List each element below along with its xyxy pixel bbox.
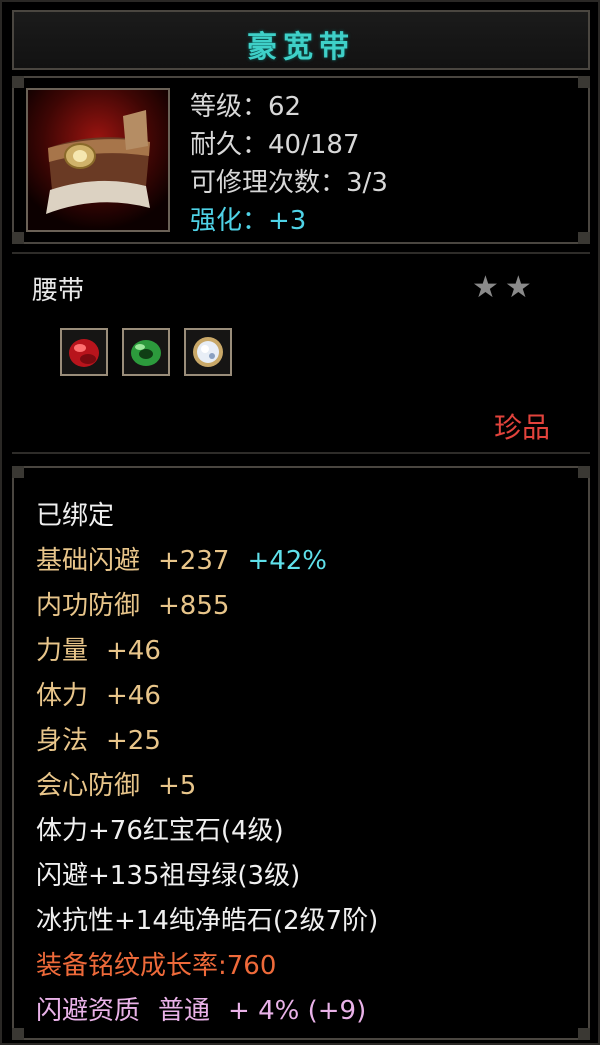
- corner-decoration: [12, 232, 24, 244]
- divider: [12, 452, 590, 454]
- attribute-row: 基础闪避 +237 +42%: [36, 539, 378, 584]
- attribute-row: 内功防御 +855: [36, 584, 378, 629]
- corner-decoration: [578, 232, 590, 244]
- attribute-list: 已绑定 基础闪避 +237 +42% 内功防御 +855 力量 +46 体力 +46 身法…: [36, 494, 378, 1034]
- attribute-value: +46: [106, 681, 161, 711]
- item-portrait-belt-icon: [26, 88, 170, 232]
- level-value: 62: [268, 92, 302, 122]
- enhance-value: +3: [268, 206, 307, 236]
- durability-row: 耐久：40/187: [190, 126, 388, 164]
- repair-row: 可修理次数：3/3: [190, 164, 388, 202]
- corner-decoration: [12, 1028, 24, 1040]
- corner-decoration: [578, 1028, 590, 1040]
- attribute-row: 体力 +46: [36, 674, 378, 719]
- attribute-value: +46: [106, 636, 161, 666]
- aptitude-grade: 普通: [158, 996, 211, 1026]
- attribute-label: 基础闪避: [36, 546, 141, 576]
- gem-bonus-row: 闪避+135祖母绿(3级): [36, 861, 301, 891]
- bound-status: 已绑定: [36, 501, 115, 531]
- white-diamond-gem-icon[interactable]: [184, 328, 232, 376]
- divider: [12, 252, 590, 254]
- corner-decoration: [12, 76, 24, 88]
- attribute-label: 会心防御: [36, 771, 141, 801]
- item-tooltip: 豪宽带 等级：62 耐久：40/187 可修理次数：3/3 强化：+3 腰带 ★…: [0, 0, 600, 1045]
- red-ruby-gem-icon[interactable]: [60, 328, 108, 376]
- corner-decoration: [12, 466, 24, 478]
- attribute-value: +5: [158, 771, 197, 801]
- item-header-panel: 等级：62 耐久：40/187 可修理次数：3/3 强化：+3: [12, 76, 590, 244]
- attribute-label: 内功防御: [36, 591, 141, 621]
- repair-value: 3/3: [346, 168, 388, 198]
- attribute-label: 力量: [36, 636, 89, 666]
- gem-bonus-row: 冰抗性+14纯净皓石(2级7阶): [36, 906, 379, 936]
- durability-label: 耐久：: [190, 130, 269, 160]
- green-emerald-gem-icon[interactable]: [122, 328, 170, 376]
- attribute-bonus: +42%: [247, 546, 328, 576]
- attributes-panel: 已绑定 基础闪避 +237 +42% 内功防御 +855 力量 +46 体力 +46 身法…: [12, 466, 590, 1040]
- aptitude-row: 闪避资质 普通 + 4% (+9): [36, 989, 378, 1034]
- attribute-row: 会心防御 +5: [36, 764, 378, 809]
- attribute-row: 身法 +25: [36, 719, 378, 764]
- durability-value: 40/187: [268, 130, 360, 160]
- repair-label: 可修理次数：: [190, 168, 347, 198]
- item-stats: 等级：62 耐久：40/187 可修理次数：3/3 强化：+3: [190, 88, 388, 240]
- attribute-value: +237: [158, 546, 230, 576]
- aptitude-label: 闪避资质: [36, 996, 141, 1026]
- aptitude-bonus: + 4% (+9): [228, 996, 367, 1026]
- title-bar: 豪宽带: [12, 10, 590, 70]
- attribute-value: +855: [158, 591, 230, 621]
- item-name: 豪宽带: [247, 30, 355, 65]
- attribute-value: +25: [106, 726, 161, 756]
- enhance-row: 强化：+3: [190, 202, 388, 240]
- level-row: 等级：62: [190, 88, 388, 126]
- item-type: 腰带: [32, 276, 85, 306]
- gem-bonus-row: 体力+76红宝石(4级): [36, 816, 284, 846]
- enhance-label: 强化：: [190, 206, 269, 236]
- attribute-label: 体力: [36, 681, 89, 711]
- corner-decoration: [578, 466, 590, 478]
- corner-decoration: [578, 76, 590, 88]
- attribute-row: 力量 +46: [36, 629, 378, 674]
- rarity-label: 珍品: [494, 411, 551, 444]
- attribute-label: 身法: [36, 726, 89, 756]
- star-rating: ★★: [472, 270, 538, 305]
- inscription-growth-rate: 装备铭纹成长率:760: [36, 951, 277, 981]
- level-label: 等级：: [190, 92, 269, 122]
